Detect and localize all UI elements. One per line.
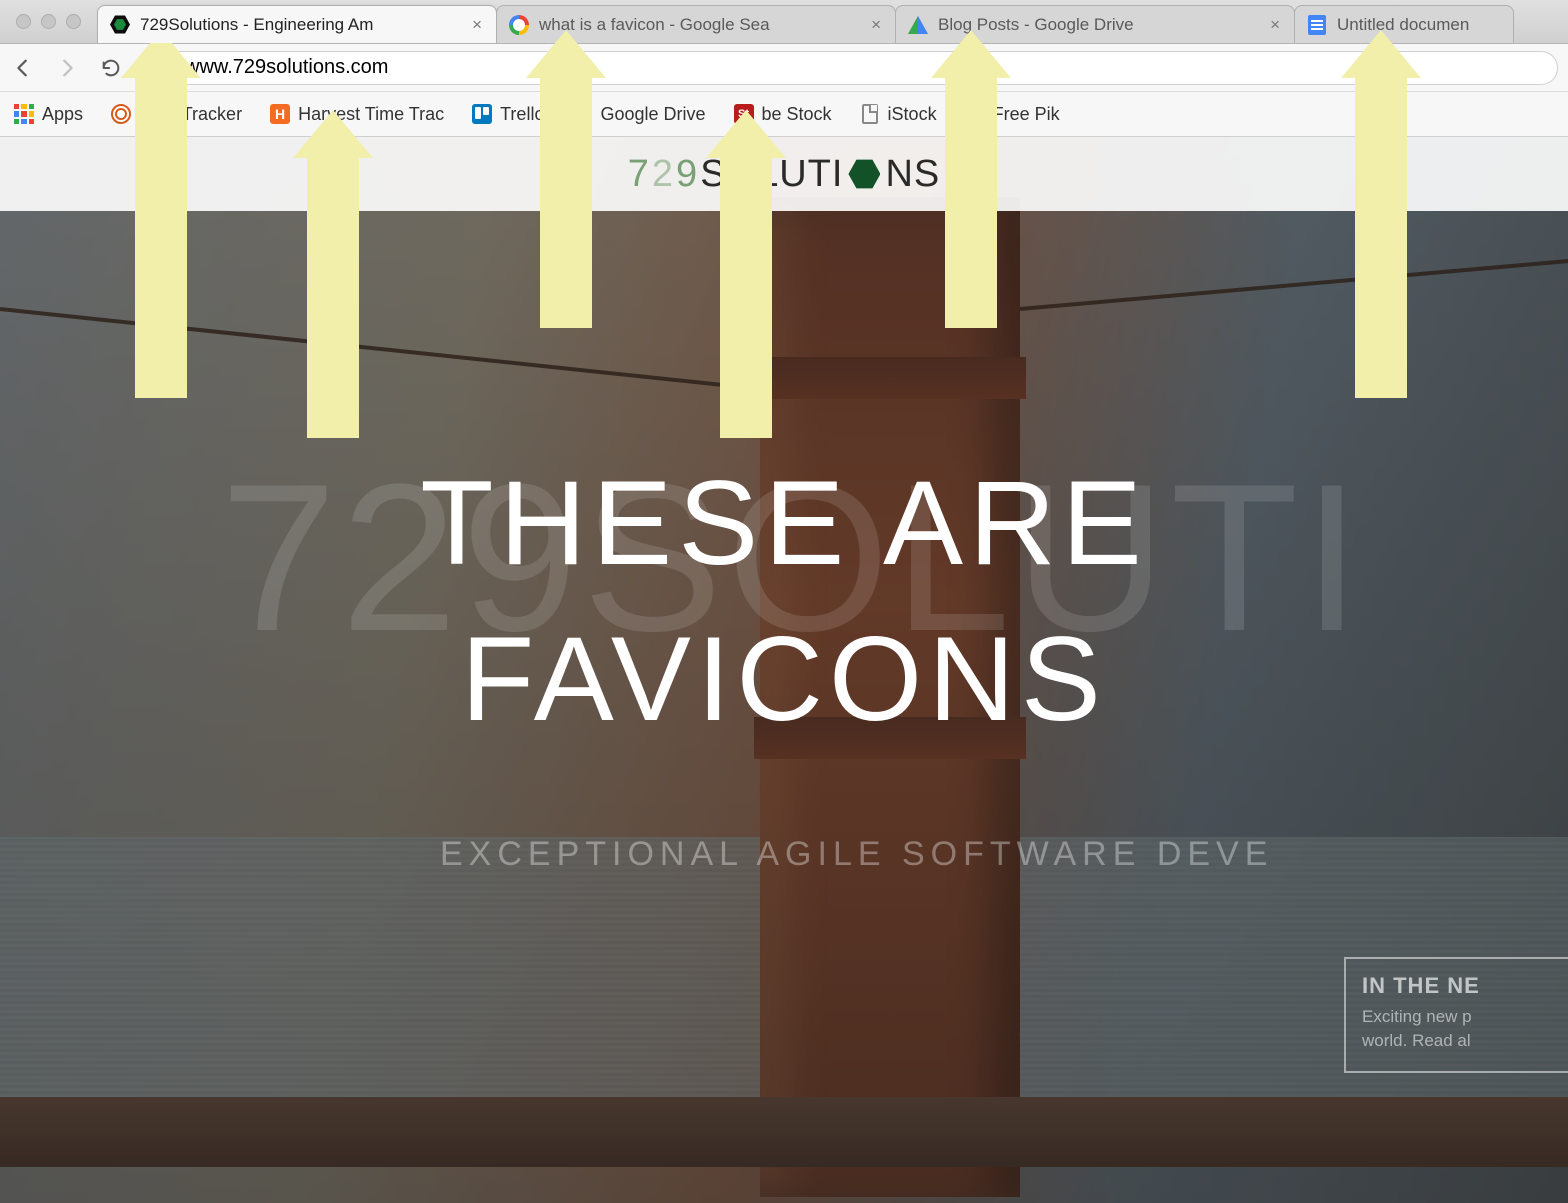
back-button[interactable]	[10, 55, 36, 81]
tab-google-docs[interactable]: Untitled documen	[1294, 5, 1514, 43]
bookmark-label: Harvest Time Trac	[298, 104, 444, 125]
tab-title: what is a favicon - Google Sea	[539, 15, 859, 35]
adobe-stock-icon: St	[734, 104, 754, 124]
url-input[interactable]	[185, 56, 1545, 79]
tab-title: Untitled documen	[1337, 15, 1501, 35]
bookmarks-bar: Apps votal Tracker H Harvest Time Trac T…	[0, 92, 1568, 137]
pivotal-icon	[111, 104, 131, 124]
tab-close-icon[interactable]: ×	[869, 15, 883, 35]
window-zoom-dot[interactable]	[66, 14, 81, 29]
bookmark-label: Trello	[500, 104, 544, 125]
bookmark-drive[interactable]: Google Drive	[572, 104, 705, 125]
news-title: IN THE NE	[1362, 973, 1556, 999]
hero-watermark: 729SOLUTI	[220, 437, 1568, 679]
apps-icon	[14, 104, 34, 124]
bookmark-label: iStock	[888, 104, 937, 125]
tab-close-icon[interactable]: ×	[470, 15, 484, 35]
bookmark-trello[interactable]: Trello	[472, 104, 544, 125]
site-logo[interactable]: 7 2 9 SOLUTI NS	[628, 153, 940, 196]
logo-hex-icon	[848, 158, 880, 190]
site-header: 7 2 9 SOLUTI NS	[0, 137, 1568, 211]
address-toolbar	[0, 44, 1568, 92]
trello-icon	[472, 104, 492, 124]
harvest-icon: H	[270, 104, 290, 124]
page-viewport: 7 2 9 SOLUTI NS 729SOLUTI EXCEPTIONAL AG…	[0, 137, 1568, 1203]
tab-title: Blog Posts - Google Drive	[938, 15, 1258, 35]
site-info-icon[interactable]	[155, 58, 175, 78]
bookmark-apps[interactable]: Apps	[14, 104, 83, 125]
tab-729solutions[interactable]: 729Solutions - Engineering Am ×	[97, 5, 497, 43]
freepik-icon	[965, 104, 985, 124]
tab-close-icon[interactable]: ×	[1268, 15, 1282, 35]
address-bar[interactable]	[142, 51, 1558, 85]
hero-tagline: EXCEPTIONAL AGILE SOFTWARE DEVE	[440, 835, 1273, 874]
logo-text: 2	[652, 153, 674, 196]
bookmark-label: Apps	[42, 104, 83, 125]
window-controls	[0, 14, 97, 29]
bookmark-freepik[interactable]: Free Pik	[965, 104, 1060, 125]
file-icon	[860, 104, 880, 124]
tab-strip: 729Solutions - Engineering Am × what is …	[0, 0, 1568, 44]
bookmark-label: votal Tracker	[139, 104, 242, 125]
logo-text: NS	[885, 153, 940, 196]
tab-google-drive[interactable]: Blog Posts - Google Drive ×	[895, 5, 1295, 43]
favicon-docs-icon	[1307, 15, 1327, 35]
bookmark-label: Google Drive	[600, 104, 705, 125]
bookmark-adobe-stock[interactable]: St be Stock	[734, 104, 832, 125]
logo-text: SOLUTI	[700, 153, 843, 196]
bookmark-istock[interactable]: iStock	[860, 104, 937, 125]
tab-title: 729Solutions - Engineering Am	[140, 15, 460, 35]
tab-google-search[interactable]: what is a favicon - Google Sea ×	[496, 5, 896, 43]
favicon-google-icon	[509, 15, 529, 35]
window-close-dot[interactable]	[16, 14, 31, 29]
news-box[interactable]: IN THE NE Exciting new p world. Read al	[1344, 957, 1568, 1073]
bookmark-label: be Stock	[762, 104, 832, 125]
bookmark-harvest[interactable]: H Harvest Time Trac	[270, 104, 444, 125]
bookmark-label: Free Pik	[993, 104, 1060, 125]
drive-icon	[572, 104, 592, 124]
forward-button[interactable]	[54, 55, 80, 81]
logo-text: 9	[676, 153, 698, 196]
favicon-drive-icon	[908, 15, 928, 35]
news-body: Exciting new p world. Read al	[1362, 1005, 1556, 1053]
reload-button[interactable]	[98, 55, 124, 81]
logo-text: 7	[628, 153, 650, 196]
window-minimize-dot[interactable]	[41, 14, 56, 29]
bookmark-pivotal[interactable]: votal Tracker	[111, 104, 242, 125]
favicon-729-icon	[110, 15, 130, 35]
